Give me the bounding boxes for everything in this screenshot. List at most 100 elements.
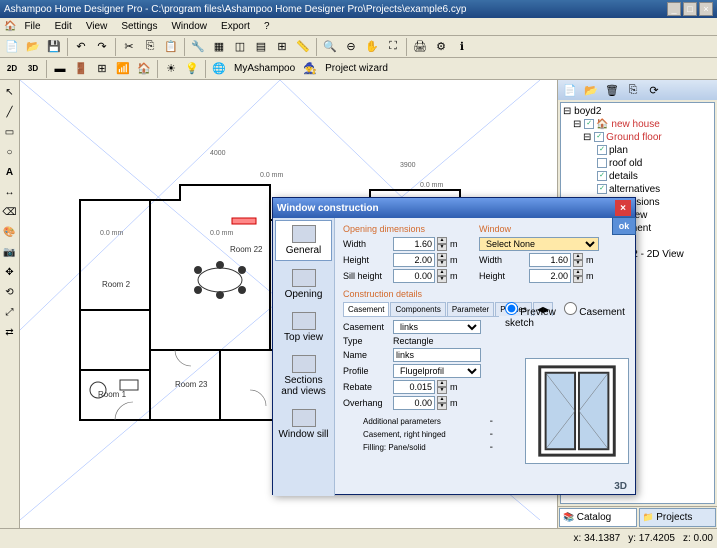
menu-file[interactable]: File: [18, 19, 46, 34]
spin-down[interactable]: ▼: [437, 276, 447, 283]
menu-export[interactable]: Export: [215, 19, 256, 34]
profile-select[interactable]: Flugelprofil: [393, 364, 481, 378]
sun-icon[interactable]: ☀: [161, 59, 181, 79]
sill-input[interactable]: [393, 269, 435, 283]
circle-icon[interactable]: ○: [1, 143, 19, 161]
panel-copy-icon[interactable]: ⎘: [623, 80, 643, 100]
tool-icon[interactable]: 🔧: [188, 37, 208, 57]
select-icon[interactable]: ↖: [1, 83, 19, 101]
spin-up[interactable]: ▲: [437, 237, 447, 244]
tab-components[interactable]: Components: [390, 302, 445, 316]
menu-help[interactable]: ?: [258, 19, 276, 34]
panel-delete-icon[interactable]: 🗑: [602, 80, 622, 100]
wall-icon[interactable]: ▬: [50, 59, 70, 79]
casement-hinged[interactable]: Casement, right hinged: [343, 430, 446, 439]
filling[interactable]: Filling: Pane/solid: [343, 443, 426, 452]
roof-icon[interactable]: 🏠: [134, 59, 154, 79]
rect-icon[interactable]: ▭: [1, 123, 19, 141]
snap-icon[interactable]: ⊞: [272, 37, 292, 57]
tree-alt[interactable]: ✓alternatives: [563, 183, 712, 196]
project-wizard-link[interactable]: Project wizard: [321, 63, 392, 74]
minimize-button[interactable]: _: [667, 2, 681, 16]
zoom-out-icon[interactable]: ⊖: [341, 37, 361, 57]
spin-up[interactable]: ▲: [437, 380, 447, 387]
window-select[interactable]: Select None: [479, 237, 599, 251]
ok-button[interactable]: ok: [612, 217, 636, 235]
radio-preview[interactable]: Preview: [505, 308, 556, 317]
undo-icon[interactable]: ↶: [71, 37, 91, 57]
new-icon[interactable]: 📄: [2, 37, 22, 57]
spin-up[interactable]: ▲: [573, 253, 583, 260]
door-icon[interactable]: 🚪: [71, 59, 91, 79]
text-icon[interactable]: A: [1, 163, 19, 181]
spin-down[interactable]: ▼: [437, 244, 447, 251]
spin-down[interactable]: ▼: [437, 403, 447, 410]
width-input[interactable]: [393, 237, 435, 251]
tab-parameter[interactable]: Parameter: [447, 302, 494, 316]
spin-up[interactable]: ▲: [437, 253, 447, 260]
tree-root[interactable]: ⊟ boyd2: [563, 105, 712, 118]
mode-2d-icon[interactable]: 2D: [2, 59, 22, 79]
tree-floor[interactable]: ⊟ ✓Ground floor: [563, 131, 712, 144]
grid-icon[interactable]: ▤: [251, 37, 271, 57]
tab-projects[interactable]: 📁 Projects: [639, 508, 717, 527]
print-icon[interactable]: 🖨: [410, 37, 430, 57]
fill-icon[interactable]: 🎨: [1, 223, 19, 241]
erase-icon[interactable]: ⌫: [1, 203, 19, 221]
dialog-title-bar[interactable]: Window construction ×: [273, 198, 635, 218]
redo-icon[interactable]: ↷: [92, 37, 112, 57]
wizard-icon[interactable]: 🧙: [300, 59, 320, 79]
maximize-button[interactable]: □: [683, 2, 697, 16]
spin-up[interactable]: ▲: [437, 396, 447, 403]
additional-params[interactable]: Additional parameters: [343, 417, 441, 426]
copy-icon[interactable]: ⎘: [140, 37, 160, 57]
height-input[interactable]: [393, 253, 435, 267]
menu-view[interactable]: View: [80, 19, 114, 34]
line-icon[interactable]: ╱: [1, 103, 19, 121]
rebate-input[interactable]: [393, 380, 435, 394]
close-button[interactable]: ×: [699, 2, 713, 16]
paste-icon[interactable]: 📋: [161, 37, 181, 57]
info-icon[interactable]: ℹ: [452, 37, 472, 57]
nav-sections[interactable]: Sections and views: [275, 351, 332, 401]
rotate-icon[interactable]: ⟲: [1, 283, 19, 301]
zoom-in-icon[interactable]: 🔍: [320, 37, 340, 57]
win-width-input[interactable]: [529, 253, 571, 267]
measure-icon[interactable]: 📏: [293, 37, 313, 57]
spin-down[interactable]: ▼: [573, 276, 583, 283]
stairs-icon[interactable]: 📶: [113, 59, 133, 79]
spin-up[interactable]: ▲: [437, 269, 447, 276]
tab-catalog[interactable]: 📚 Catalog: [559, 508, 637, 527]
pan-icon[interactable]: ✋: [362, 37, 382, 57]
move-icon[interactable]: ✥: [1, 263, 19, 281]
settings-icon[interactable]: ⚙: [431, 37, 451, 57]
cut-icon[interactable]: ✂: [119, 37, 139, 57]
casement-select[interactable]: links: [393, 320, 481, 334]
panel-new-icon[interactable]: 📄: [560, 80, 580, 100]
menu-edit[interactable]: Edit: [49, 19, 78, 34]
light-icon[interactable]: 💡: [182, 59, 202, 79]
globe-icon[interactable]: 🌐: [209, 59, 229, 79]
fit-icon[interactable]: ⛶: [383, 37, 403, 57]
win-height-input[interactable]: [529, 269, 571, 283]
dimension-icon[interactable]: ↔: [1, 183, 19, 201]
spin-down[interactable]: ▼: [437, 260, 447, 267]
camera-icon[interactable]: 📷: [1, 243, 19, 261]
panel-open-icon[interactable]: 📂: [581, 80, 601, 100]
nav-opening[interactable]: Opening: [275, 265, 332, 304]
layers-icon[interactable]: ▦: [209, 37, 229, 57]
menu-window[interactable]: Window: [165, 19, 213, 34]
myashampoo-link[interactable]: MyAshampoo: [230, 63, 299, 74]
scale-icon[interactable]: ⤢: [1, 303, 19, 321]
3d-label[interactable]: 3D: [614, 481, 627, 492]
panel-refresh-icon[interactable]: ⟳: [644, 80, 664, 100]
mode-3d-icon[interactable]: 3D: [23, 59, 43, 79]
save-icon[interactable]: 💾: [44, 37, 64, 57]
tree-details[interactable]: ✓details: [563, 170, 712, 183]
spin-down[interactable]: ▼: [437, 387, 447, 394]
nav-sill[interactable]: Window sill: [275, 405, 332, 444]
tree-house[interactable]: ⊟ ✓🏠 new house: [563, 118, 712, 131]
mirror-icon[interactable]: ⇄: [1, 323, 19, 341]
tab-casement[interactable]: Casement: [343, 302, 389, 316]
nav-general[interactable]: General: [275, 220, 332, 261]
